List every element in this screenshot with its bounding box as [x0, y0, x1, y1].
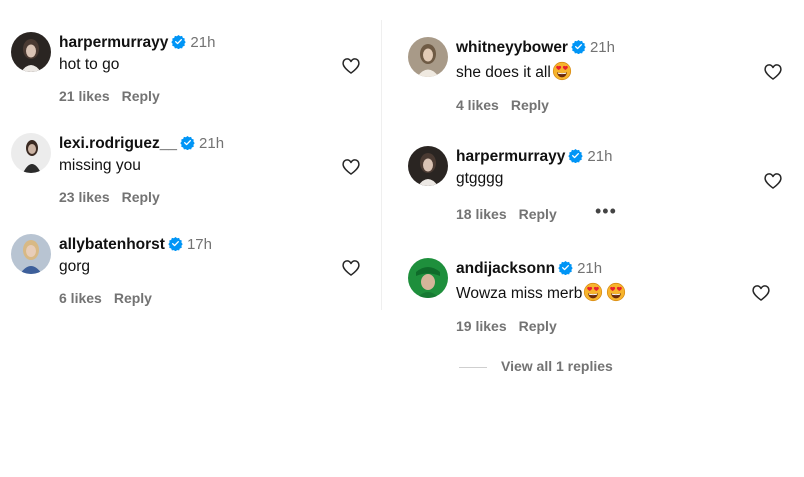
avatar[interactable]: [408, 37, 448, 77]
timestamp[interactable]: 17h: [187, 236, 212, 253]
verified-badge-icon: [171, 34, 186, 54]
likes-count[interactable]: 23 likes: [59, 189, 110, 205]
likes-count[interactable]: 21 likes: [59, 88, 110, 104]
likes-count[interactable]: 4 likes: [456, 97, 499, 113]
comment-text-content: she does it all: [456, 64, 551, 81]
avatar[interactable]: [11, 32, 51, 72]
timestamp[interactable]: 21h: [190, 34, 215, 51]
avatar[interactable]: [11, 234, 51, 274]
column-divider: [381, 20, 382, 310]
likes-count[interactable]: 6 likes: [59, 290, 102, 306]
verified-badge-icon: [571, 39, 586, 59]
avatar[interactable]: [11, 133, 51, 173]
like-heart-icon[interactable]: [340, 258, 362, 278]
more-options-icon[interactable]: •••: [595, 201, 617, 222]
reply-button[interactable]: Reply: [122, 88, 160, 104]
heart-eyes-emoji-icon: [583, 282, 603, 307]
like-heart-icon[interactable]: [340, 56, 362, 76]
username[interactable]: harpermurrayy: [456, 148, 565, 165]
verified-badge-icon: [180, 135, 195, 155]
comment-text-content: Wowza miss merb: [456, 285, 583, 302]
verified-badge-icon: [168, 236, 183, 256]
comment-text: gorg: [59, 258, 91, 275]
heart-eyes-emoji-icon: [606, 282, 626, 307]
username[interactable]: lexi.rodriguez__: [59, 135, 177, 152]
view-replies-label: View all 1 replies: [501, 358, 613, 374]
comment: whitneyybower 21h she does it all 4 likes…: [408, 37, 778, 117]
timestamp[interactable]: 21h: [199, 135, 224, 152]
heart-eyes-emoji-icon: [552, 61, 572, 86]
comment: harpermurrayy 21h gtgggg 18 likes Reply: [408, 146, 778, 226]
reply-button[interactable]: Reply: [122, 189, 160, 205]
username[interactable]: andijacksonn: [456, 260, 555, 277]
comment-text: Wowza miss merb: [456, 282, 626, 307]
like-heart-icon[interactable]: [340, 157, 362, 177]
verified-badge-icon: [568, 148, 583, 168]
username[interactable]: whitneyybower: [456, 39, 568, 56]
like-heart-icon[interactable]: [750, 283, 772, 303]
timestamp[interactable]: 21h: [587, 148, 612, 165]
reply-button[interactable]: Reply: [511, 97, 549, 113]
like-heart-icon[interactable]: [762, 62, 784, 82]
comment-text: gtgggg: [456, 170, 504, 187]
verified-badge-icon: [558, 260, 573, 280]
comment: allybatenhorst 17h gorg 6 likes Reply: [11, 234, 381, 314]
comment-text: she does it all: [456, 61, 572, 86]
username[interactable]: allybatenhorst: [59, 236, 165, 253]
avatar[interactable]: [408, 146, 448, 186]
comment-text: missing you: [59, 157, 141, 174]
username[interactable]: harpermurrayy: [59, 34, 168, 51]
reply-button[interactable]: Reply: [114, 290, 152, 306]
comment: andijacksonn 21h Wowza miss merb 19 likes…: [408, 258, 778, 338]
view-replies-button[interactable]: View all 1 replies: [459, 358, 613, 374]
timestamp[interactable]: 21h: [577, 260, 602, 277]
avatar[interactable]: [408, 258, 448, 298]
comment: lexi.rodriguez__ 21h missing you 23 likes…: [11, 133, 381, 213]
likes-count[interactable]: 18 likes: [456, 206, 507, 222]
reply-button[interactable]: Reply: [519, 206, 557, 222]
reply-button[interactable]: Reply: [519, 318, 557, 334]
comment-text: hot to go: [59, 56, 120, 73]
timestamp[interactable]: 21h: [590, 39, 615, 56]
likes-count[interactable]: 19 likes: [456, 318, 507, 334]
divider-line: [459, 366, 487, 368]
comment: harpermurrayy 21h hot to go 21 likes Reply: [11, 32, 381, 112]
like-heart-icon[interactable]: [762, 171, 784, 191]
